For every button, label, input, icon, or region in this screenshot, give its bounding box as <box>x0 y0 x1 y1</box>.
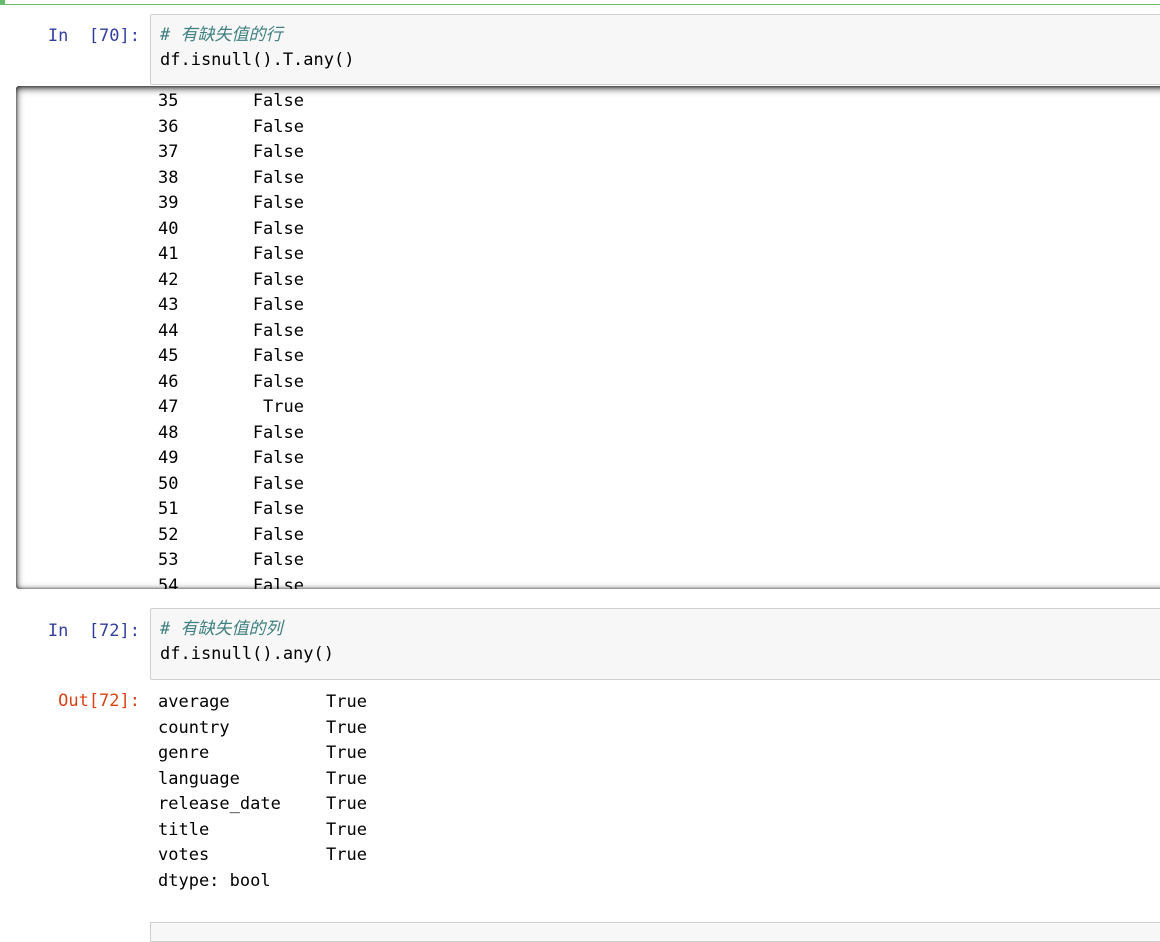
output-row: release_date True <box>158 792 458 818</box>
output-row: genre True <box>158 741 458 767</box>
output-row: votes True <box>158 843 458 869</box>
output-row: 52 False <box>158 523 358 549</box>
output-row-index: 53 <box>158 550 179 570</box>
cell-72-code-line: df.isnull().any() <box>160 644 334 664</box>
output-row-index: 46 <box>158 371 179 392</box>
output-row: 51 False <box>158 497 358 523</box>
output-row-value: False <box>252 116 304 137</box>
output-row-index: 40 <box>158 218 179 239</box>
previous-cell-selection-border <box>0 0 1160 5</box>
next-cell-code-editor[interactable] <box>150 922 1160 942</box>
output-row-index: 37 <box>158 142 179 162</box>
output-row-value: False <box>252 320 304 341</box>
output-row-value: False <box>252 244 304 264</box>
output-row: 50 False <box>158 472 358 498</box>
output-row-index: 44 <box>158 320 179 341</box>
output-row-value: False <box>252 499 304 519</box>
output-row-value: True <box>326 692 367 712</box>
output-row-column-name: title <box>158 819 210 840</box>
output-row-index: 43 <box>158 295 179 315</box>
cell-72-output: average True country True genre True language T… <box>158 690 458 894</box>
output-row-value: True <box>326 845 367 865</box>
output-row: 35 False <box>158 89 358 115</box>
output-row-value: False <box>252 422 304 443</box>
output-row-index: 36 <box>158 116 179 137</box>
output-row-index: 45 <box>158 346 179 366</box>
output-row: 39 False <box>158 191 358 217</box>
output-row-value: False <box>252 448 304 468</box>
output-row-index: 50 <box>158 473 179 494</box>
output-row-value: False <box>252 295 304 315</box>
output-row-column-name: language <box>158 768 240 789</box>
output-row: 44 False <box>158 319 358 345</box>
output-row-value: False <box>252 346 304 366</box>
output-row-index: 47 <box>158 397 179 417</box>
output-row: 54 False <box>158 574 358 590</box>
output-row-value: False <box>252 218 304 239</box>
output-row-value: False <box>252 371 304 392</box>
cell-72-output-series: average True country True genre True language T… <box>158 690 458 869</box>
output-row: title True <box>158 818 458 844</box>
output-row: 38 False <box>158 166 358 192</box>
output-row: 48 False <box>158 421 358 447</box>
cell-72-code-editor[interactable]: # 有缺失值的列 df.isnull().any() <box>150 608 1160 680</box>
output-row: 49 False <box>158 446 358 472</box>
output-row-index: 49 <box>158 448 179 468</box>
output-row-value: False <box>252 269 304 290</box>
cell-70-scrolled-output[interactable]: 35 False 36 False 37 False 38 False 39 False 40 Fal… <box>16 86 1160 589</box>
cell-70-code-line: df.isnull().T.any() <box>160 50 355 70</box>
output-row-index: 52 <box>158 524 179 545</box>
output-row-value: False <box>252 550 304 570</box>
output-row-index: 35 <box>158 91 179 111</box>
cell-70-input-prompt: In [70]: <box>47 26 140 46</box>
output-row-value: True <box>263 397 304 417</box>
output-row-value: False <box>252 142 304 162</box>
output-row-column-name: country <box>158 717 230 738</box>
output-row-value: False <box>252 167 304 188</box>
output-row-column-name: genre <box>158 743 210 763</box>
output-row-value: True <box>326 768 367 789</box>
output-row-index: 42 <box>158 269 179 290</box>
output-row-value: True <box>326 794 367 814</box>
output-row: 47 True <box>158 395 358 421</box>
output-row-value: False <box>252 575 304 590</box>
output-row: 42 False <box>158 268 358 294</box>
output-row-index: 51 <box>158 499 179 519</box>
cell-72-output-prompt: Out[72]: <box>58 691 140 711</box>
output-row: 53 False <box>158 548 358 574</box>
output-row: language True <box>158 767 458 793</box>
output-row: average True <box>158 690 458 716</box>
output-row: 41 False <box>158 242 358 268</box>
output-row-value: True <box>326 717 367 738</box>
output-row-value: True <box>326 743 367 763</box>
output-row-index: 41 <box>158 244 179 264</box>
output-row: 36 False <box>158 115 358 141</box>
output-row-column-name: votes <box>158 845 210 865</box>
output-row: 45 False <box>158 344 358 370</box>
output-row: 40 False <box>158 217 358 243</box>
output-row: 37 False <box>158 140 358 166</box>
output-row-index: 39 <box>158 193 179 213</box>
output-row: country True <box>158 716 458 742</box>
output-row-column-name: release_date <box>158 794 281 814</box>
output-row: 43 False <box>158 293 358 319</box>
output-row-index: 38 <box>158 167 179 188</box>
output-row-value: False <box>252 524 304 545</box>
cell-72-input-prompt: In [72]: <box>47 621 140 641</box>
cell-70-code-editor[interactable]: # 有缺失值的行 df.isnull().T.any() <box>150 14 1160 85</box>
output-row-value: False <box>252 91 304 111</box>
cell-70-comment-line: # 有缺失值的行 <box>160 25 283 45</box>
output-row-index: 54 <box>158 575 179 590</box>
output-row-index: 48 <box>158 422 179 443</box>
output-row-value: False <box>252 193 304 213</box>
cell-72-comment-line: # 有缺失值的列 <box>160 619 283 639</box>
output-row-value: True <box>326 819 367 840</box>
output-row-value: False <box>252 473 304 494</box>
output-row-column-name: average <box>158 692 230 712</box>
cell-70-output-series: 35 False 36 False 37 False 38 False 39 False 40 Fal… <box>158 89 358 589</box>
dtype-line: dtype: bool <box>158 870 271 891</box>
output-row: 46 False <box>158 370 358 396</box>
